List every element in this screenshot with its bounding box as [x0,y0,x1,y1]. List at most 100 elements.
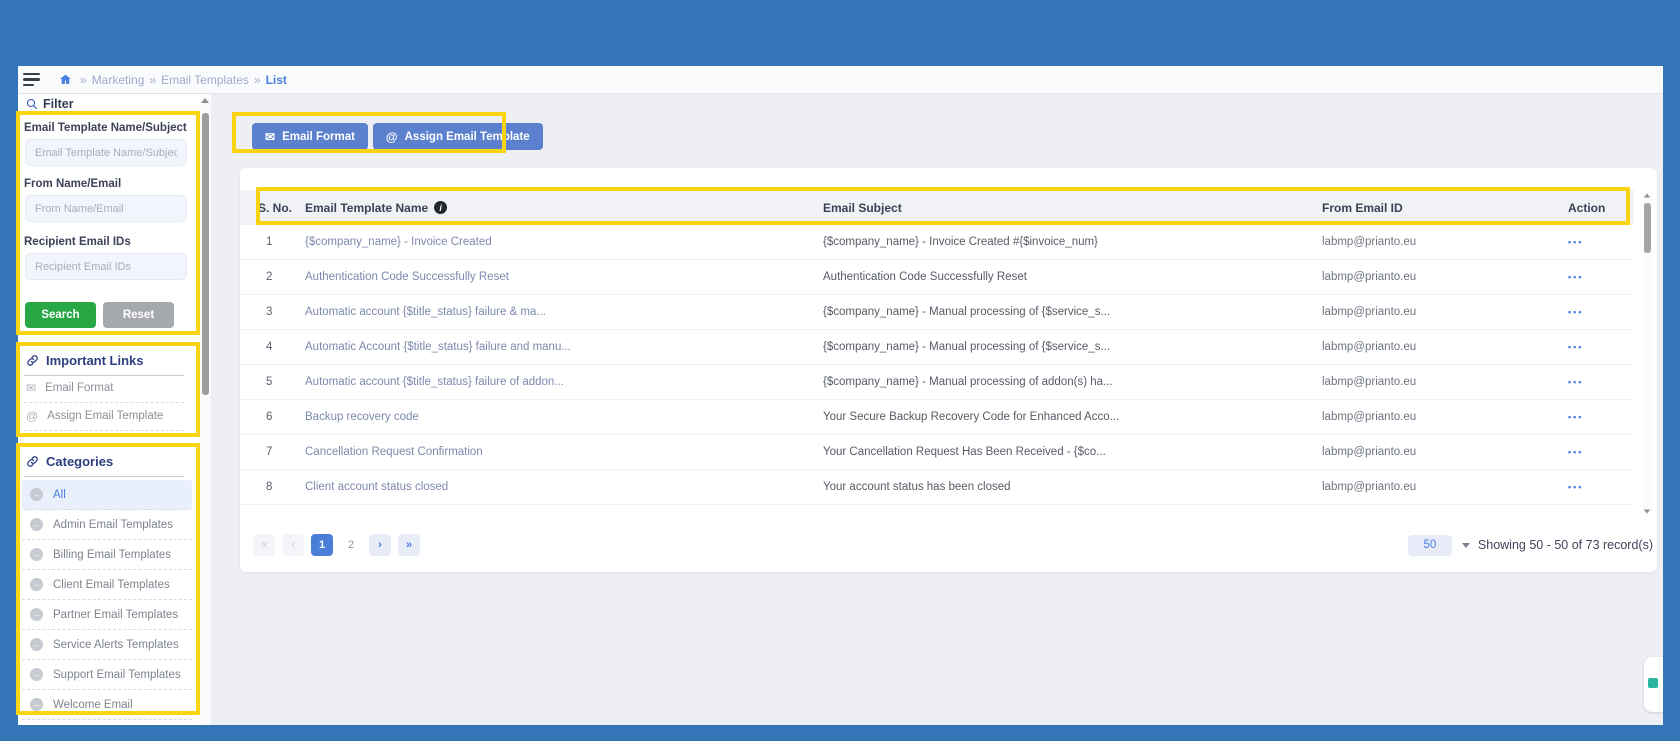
chat-widget-peek[interactable] [1644,657,1663,712]
category-item-service-alerts[interactable]: → Service Alerts Templates [22,630,192,660]
filter-sidebar: Filter Email Template Name/Subject From … [18,94,200,725]
cell-from-email: labmp@prianto.eu [1322,306,1568,318]
from-name-input[interactable] [25,195,187,222]
row-actions-button[interactable]: ••• [1568,482,1634,492]
cell-sno: 6 [258,411,305,423]
page-first-button[interactable]: « [253,534,275,556]
assign-email-template-button[interactable]: @ Assign Email Template [373,123,543,150]
cell-sno: 2 [258,271,305,283]
cell-sno: 1 [258,236,305,248]
circle-arrow-icon: → [30,698,43,711]
template-name-link[interactable]: Cancellation Request Confirmation [305,446,823,458]
divider [24,402,184,403]
header-email-subject: Email Subject [823,201,1322,215]
breadcrumb-separator: » [80,73,87,87]
category-item-admin[interactable]: → Admin Email Templates [22,510,192,540]
email-format-button[interactable]: ✉ Email Format [252,123,368,150]
row-actions-button[interactable]: ••• [1568,412,1634,422]
header-from-email: From Email ID [1322,201,1568,215]
row-actions-button[interactable]: ••• [1568,272,1634,282]
reset-button[interactable]: Reset [103,302,174,328]
template-name-input[interactable] [25,139,187,166]
template-name-link[interactable]: Authentication Code Successfully Reset [305,271,823,283]
circle-arrow-icon: → [30,548,43,561]
link-assign-email-template[interactable]: @ Assign Email Template [26,409,163,423]
hamburger-menu-icon[interactable] [23,73,43,87]
category-label: Admin Email Templates [53,519,173,531]
scroll-down-icon[interactable] [1644,510,1650,514]
category-item-partner[interactable]: → Partner Email Templates [22,600,192,630]
table-body: 1 {$company_name} - Invoice Created {$co… [240,225,1634,505]
home-icon[interactable] [59,73,72,86]
page-last-button[interactable]: » [398,534,420,556]
email-templates-table-card: S. No. Email Template Name i Email Subje… [240,168,1657,572]
sidebar-scrollbar[interactable] [200,94,211,725]
scroll-up-icon[interactable] [201,98,209,103]
table-row: 2 Authentication Code Successfully Reset… [240,260,1634,295]
table-scrollbar[interactable] [1643,192,1652,515]
category-label: Client Email Templates [53,579,170,591]
categories-list: → All → Admin Email Templates → Billing … [22,480,192,720]
link-label: Email Format [45,382,113,394]
table-scrollbar-thumb[interactable] [1644,203,1651,253]
category-label: Support Email Templates [53,669,181,681]
breadcrumb: » Marketing » Email Templates » List [80,73,287,87]
row-actions-button[interactable]: ••• [1568,307,1634,317]
table-row: 6 Backup recovery code Your Secure Backu… [240,400,1634,435]
breadcrumb-item-marketing[interactable]: Marketing [92,73,145,87]
template-name-link[interactable]: Automatic Account {$title_status} failur… [305,341,823,353]
cell-from-email: labmp@prianto.eu [1322,411,1568,423]
at-sign-icon: @ [386,130,398,144]
breadcrumb-separator: » [149,73,156,87]
breadcrumb-item-email-templates[interactable]: Email Templates [161,73,249,87]
template-name-link[interactable]: {$company_name} - Invoice Created [305,236,823,248]
table-header-row: S. No. Email Template Name i Email Subje… [240,190,1634,225]
category-item-client[interactable]: → Client Email Templates [22,570,192,600]
breadcrumb-current-list[interactable]: List [266,73,287,87]
cell-from-email: labmp@prianto.eu [1322,376,1568,388]
cell-subject: Your Secure Backup Recovery Code for Enh… [823,411,1322,423]
cell-from-email: labmp@prianto.eu [1322,271,1568,283]
important-links-title: Important Links [46,353,144,368]
row-actions-button[interactable]: ••• [1568,237,1634,247]
link-icon [26,354,39,367]
category-item-support[interactable]: → Support Email Templates [22,660,192,690]
category-item-all[interactable]: → All [22,480,192,510]
row-actions-button[interactable]: ••• [1568,342,1634,352]
template-name-link[interactable]: Automatic account {$title_status} failur… [305,376,823,388]
template-name-link[interactable]: Client account status closed [305,481,823,493]
info-icon[interactable]: i [434,201,447,214]
chevron-down-icon[interactable] [1462,543,1470,548]
recipient-email-input[interactable] [25,253,187,280]
category-item-billing[interactable]: → Billing Email Templates [22,540,192,570]
cell-subject: Authentication Code Successfully Reset [823,271,1322,283]
sidebar-scrollbar-thumb[interactable] [202,113,209,395]
circle-arrow-icon: → [30,638,43,651]
template-name-label: Email Template Name/Subject [24,122,187,134]
row-actions-button[interactable]: ••• [1568,447,1634,457]
category-item-welcome[interactable]: → Welcome Email [22,690,192,720]
breadcrumb-separator: » [254,73,261,87]
page-1-button[interactable]: 1 [311,534,333,556]
page-next-button[interactable]: › [369,534,391,556]
pagination-row: « ‹ 1 2 › » 50 Showing 50 - 50 of 73 rec… [253,531,1653,559]
row-actions-button[interactable]: ••• [1568,377,1634,387]
filter-title: Filter [43,97,74,111]
search-button[interactable]: Search [25,302,96,328]
envelope-icon: ✉ [265,130,275,144]
page-size-select[interactable]: 50 [1408,535,1452,556]
cell-from-email: labmp@prianto.eu [1322,446,1568,458]
page-prev-button[interactable]: ‹ [282,534,304,556]
cell-subject: {$company_name} - Manual processing of {… [823,341,1322,353]
main-content: ✉ Email Format @ Assign Email Template S… [211,94,1663,725]
page-2-button[interactable]: 2 [340,534,362,556]
table-row: 5 Automatic account {$title_status} fail… [240,365,1634,400]
link-email-format[interactable]: ✉ Email Format [26,381,113,395]
template-name-link[interactable]: Backup recovery code [305,411,823,423]
header-action: Action [1568,201,1634,215]
circle-arrow-icon: → [30,578,43,591]
scroll-up-icon[interactable] [1644,194,1650,198]
from-name-label: From Name/Email [24,178,121,190]
template-name-link[interactable]: Automatic account {$title_status} failur… [305,306,823,318]
cell-sno: 5 [258,376,305,388]
